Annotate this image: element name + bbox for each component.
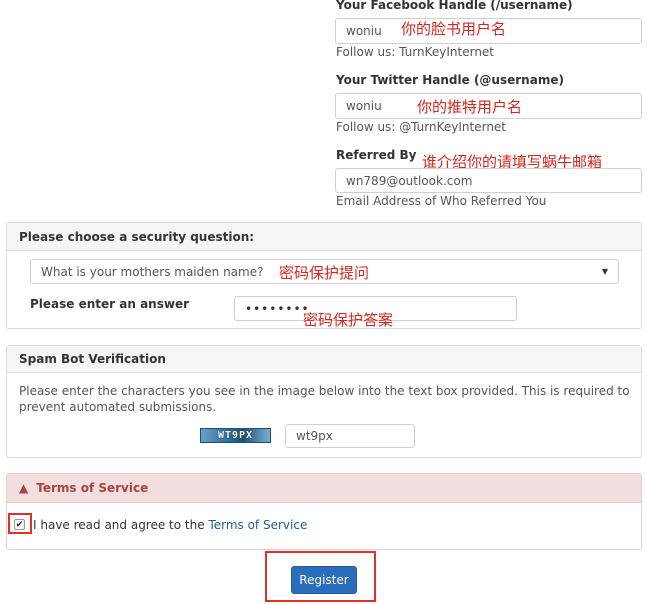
register-button[interactable]: Register xyxy=(291,566,357,594)
tos-panel: ▲ Terms of Service xyxy=(6,473,642,550)
referred-label: Referred By xyxy=(336,148,417,162)
security-answer-annotation: 密码保护答案 xyxy=(303,311,394,329)
tos-agree-text: I have read and agree to the Terms of Se… xyxy=(33,518,307,532)
facebook-input-value: woniu xyxy=(346,24,382,38)
captcha-text: WT9PX xyxy=(217,430,254,441)
facebook-label: Your Facebook Handle (/username) xyxy=(336,0,573,12)
security-question-value: What is your mothers maiden name? xyxy=(41,264,264,279)
referred-help: Email Address of Who Referred You xyxy=(336,194,547,208)
spam-instructions: Please enter the characters you see in t… xyxy=(19,384,630,414)
twitter-help: Follow us: @TurnKeyInternet xyxy=(336,120,507,134)
tos-link[interactable]: Terms of Service xyxy=(208,518,307,532)
referred-input[interactable]: wn789@outlook.com xyxy=(335,168,642,193)
facebook-annotation: 你的脸书用户名 xyxy=(401,20,507,38)
captcha-input-value: wt9px xyxy=(296,429,333,443)
chevron-down-icon: ▼ xyxy=(601,267,608,276)
checkbox-highlight-box xyxy=(8,513,32,534)
twitter-input-value: woniu xyxy=(346,99,382,113)
tos-heading: Terms of Service xyxy=(36,481,149,495)
captcha-image: WT9PX xyxy=(200,428,271,443)
facebook-help: Follow us: TurnKeyInternet xyxy=(336,45,495,59)
security-answer-label: Please enter an answer xyxy=(30,297,189,311)
security-answer-value: •••••••• xyxy=(245,301,310,316)
warning-icon: ▲ xyxy=(19,481,29,495)
spam-heading: Spam Bot Verification xyxy=(7,346,641,373)
tos-agree-prefix: I have read and agree to the xyxy=(33,518,209,532)
captcha-input[interactable]: wt9px xyxy=(285,424,415,448)
security-heading: Please choose a security question: xyxy=(7,223,641,251)
twitter-annotation: 你的推特用户名 xyxy=(417,98,523,116)
tos-header: ▲ Terms of Service xyxy=(7,474,641,503)
twitter-label: Your Twitter Handle (@username) xyxy=(336,73,564,87)
referred-input-value: wn789@outlook.com xyxy=(346,173,473,188)
security-question-annotation: 密码保护提问 xyxy=(279,264,370,282)
